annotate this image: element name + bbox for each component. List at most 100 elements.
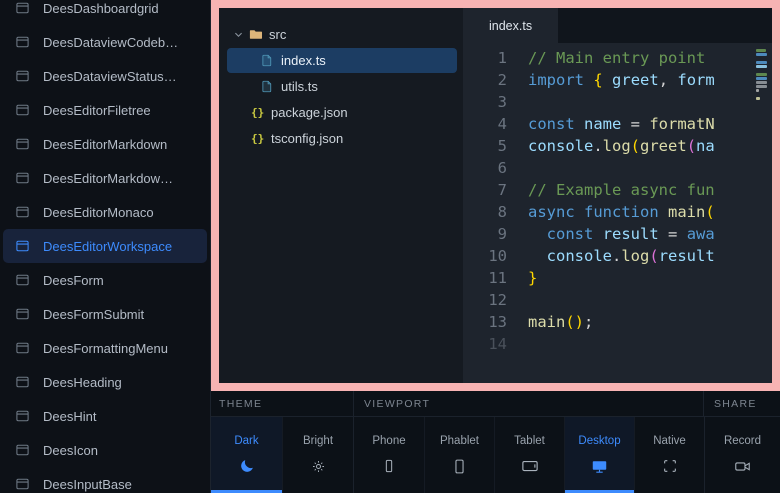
moon-icon	[239, 457, 255, 475]
sidebar-item-deeseditormarkdow-[interactable]: DeesEditorMarkdow…	[3, 161, 207, 195]
tree-file-tsconfig-json[interactable]: {}tsconfig.json	[227, 126, 457, 151]
section-label-viewport: VIEWPORT	[353, 391, 703, 416]
line-number: 2	[463, 69, 528, 91]
code-line: 7// Example async fun	[463, 179, 772, 201]
code-line: 6	[463, 157, 772, 179]
button-label: Bright	[303, 435, 333, 447]
component-icon	[15, 443, 30, 457]
demo-frame: srcindex.tsutils.ts{}package.json{}tscon…	[211, 0, 780, 391]
json-file-icon: {}	[251, 133, 269, 144]
code-text: console.log(result	[528, 245, 772, 267]
component-list: DeesDashboardgrid DeesDataviewCodeb…DeesD…	[0, 0, 211, 493]
line-number: 12	[463, 289, 528, 311]
minimap[interactable]	[756, 47, 769, 367]
line-number: 7	[463, 179, 528, 201]
file-name: package.json	[271, 105, 348, 120]
code-line: 12	[463, 289, 772, 311]
code-line: 8async function main(	[463, 201, 772, 223]
sidebar-item-label: DeesFormSubmit	[43, 307, 144, 322]
minimap-line	[756, 61, 767, 64]
sidebar-item-deesdashboardgrid[interactable]: DeesDashboardgrid	[3, 0, 207, 25]
sidebar-item-label: DeesEditorWorkspace	[43, 239, 172, 254]
line-number: 9	[463, 223, 528, 245]
code-text: console.log(greet(na	[528, 135, 772, 157]
native-button[interactable]: Native	[634, 417, 704, 493]
editor-tab-index-ts[interactable]: index.ts	[463, 8, 558, 43]
code-text: const name = formatN	[528, 113, 772, 135]
component-icon	[15, 375, 30, 389]
minimap-line	[756, 49, 766, 52]
sidebar-item-label: DeesHint	[43, 409, 96, 424]
sidebar-item-deesinputbase[interactable]: DeesInputBase	[3, 467, 207, 493]
bright-button[interactable]: Bright	[282, 417, 353, 493]
code-text	[528, 333, 772, 355]
phone-icon	[381, 457, 397, 475]
sidebar-item-deeshint[interactable]: DeesHint	[3, 399, 207, 433]
code-line: 9 const result = awa	[463, 223, 772, 245]
file-name: tsconfig.json	[271, 131, 343, 146]
minimap-line	[756, 97, 760, 100]
sidebar-item-deesform[interactable]: DeesForm	[3, 263, 207, 297]
tablet-button[interactable]: Tablet	[494, 417, 564, 493]
line-number: 4	[463, 113, 528, 135]
sidebar-item-deeseditormarkdown[interactable]: DeesEditorMarkdown	[3, 127, 207, 161]
code-text: import { greet, form	[528, 69, 772, 91]
sidebar-item-deesdataviewcodeb-[interactable]: DeesDataviewCodeb…	[3, 25, 207, 59]
line-number: 14	[463, 333, 528, 355]
component-icon	[15, 171, 30, 185]
sidebar-item-deeseditorworkspace[interactable]: DeesEditorWorkspace	[3, 229, 207, 263]
component-icon	[15, 409, 30, 423]
code-line: 11}	[463, 267, 772, 289]
sidebar-item-deesformattingmenu[interactable]: DeesFormattingMenu	[3, 331, 207, 365]
component-icon	[15, 307, 30, 321]
file-name: utils.ts	[281, 79, 318, 94]
button-label: Phablet	[440, 435, 479, 447]
tree-folder-src[interactable]: src	[227, 22, 457, 47]
section-label-text: THEME	[219, 398, 262, 410]
sidebar-item-deeseditorfiletree[interactable]: DeesEditorFiletree	[3, 93, 207, 127]
phablet-button[interactable]: Phablet	[424, 417, 494, 493]
sidebar-item-deesformsubmit[interactable]: DeesFormSubmit	[3, 297, 207, 331]
desktop-icon	[591, 457, 608, 475]
tree-file-package-json[interactable]: {}package.json	[227, 100, 457, 125]
line-number: 13	[463, 311, 528, 333]
record-icon	[734, 457, 751, 475]
component-icon	[15, 35, 30, 49]
code-text	[528, 289, 772, 311]
line-number: 5	[463, 135, 528, 157]
tree-file-index-ts[interactable]: index.ts	[227, 48, 457, 73]
sidebar-item-label: DeesDashboardgrid	[43, 1, 159, 16]
code-line: 2import { greet, form	[463, 69, 772, 91]
phone-button[interactable]: Phone	[354, 417, 424, 493]
line-number: 3	[463, 91, 528, 113]
app: DeesDashboardgrid DeesDataviewCodeb…DeesD…	[0, 0, 780, 493]
button-label: Dark	[234, 435, 258, 447]
code-text: // Example async fun	[528, 179, 772, 201]
component-icon	[15, 1, 30, 15]
sidebar-item-deesdataviewstatus-[interactable]: DeesDataviewStatus…	[3, 59, 207, 93]
controls-buttons: Dark Bright Phone Phablet TabletDesktopNativ…	[211, 417, 780, 493]
sidebar-item-deesicon[interactable]: DeesIcon	[3, 433, 207, 467]
section-label-text: VIEWPORT	[364, 398, 430, 410]
code-editor: index.ts 1// Main entry point2import { g…	[463, 8, 772, 383]
phablet-icon	[451, 457, 468, 475]
component-icon	[15, 205, 30, 219]
record-button[interactable]: Record	[705, 417, 780, 493]
code-text: main();	[528, 311, 772, 333]
minimap-line	[756, 73, 767, 76]
sidebar-item-deesheading[interactable]: DeesHeading	[3, 365, 207, 399]
code-text: const result = awa	[528, 223, 772, 245]
folder-icon	[249, 28, 267, 41]
dark-button[interactable]: Dark	[211, 417, 282, 493]
code-area[interactable]: 1// Main entry point2import { greet, for…	[463, 43, 772, 383]
line-number: 6	[463, 157, 528, 179]
tree-file-utils-ts[interactable]: utils.ts	[227, 74, 457, 99]
sidebar-item-label: DeesEditorMonaco	[43, 205, 154, 220]
line-number: 8	[463, 201, 528, 223]
section-label-theme: THEME	[211, 391, 353, 416]
native-icon	[662, 457, 678, 475]
desktop-button[interactable]: Desktop	[564, 417, 634, 493]
sidebar-item-deeseditormonaco[interactable]: DeesEditorMonaco	[3, 195, 207, 229]
sidebar-item-label: DeesHeading	[43, 375, 122, 390]
sun-icon	[311, 457, 326, 475]
